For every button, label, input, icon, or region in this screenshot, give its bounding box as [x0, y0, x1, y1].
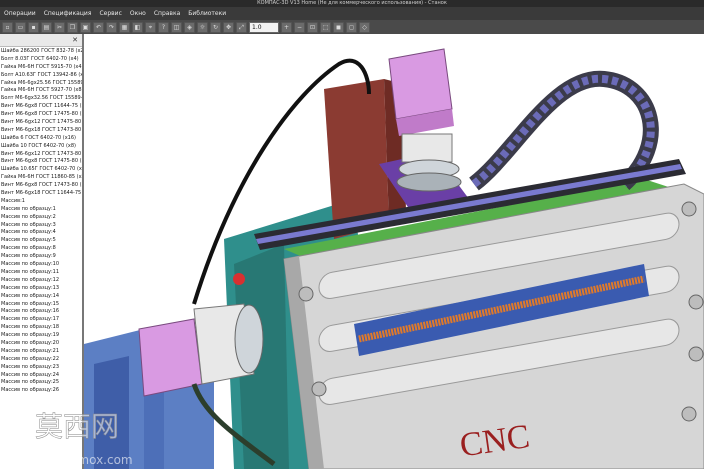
tree-item[interactable]: Гайка М6-6Н ГОСТ 5915-70 (x4) — [0, 64, 82, 72]
tree-header: ✕ — [0, 34, 82, 47]
tree-item[interactable]: Болт A10.63Г ГОСТ 13942-86 (x4) — [0, 72, 82, 80]
menu-bar: Операции Спецификация Сервис Окно Справк… — [0, 7, 704, 20]
zoom-fit-icon[interactable]: ⤢ — [236, 21, 247, 33]
measure-icon[interactable]: ⌖ — [145, 21, 156, 33]
perspective-icon[interactable]: ◇ — [359, 21, 370, 33]
tree-item[interactable]: Гайка М6-6Н ГОСТ 5927-70 (x8) — [0, 87, 82, 95]
window-title: КОМПАС-3D V13 Home (Не для коммерческого… — [0, 0, 704, 7]
tree-item[interactable]: Болт 8.03Г ГОСТ 6402-70 (x4) — [0, 56, 82, 64]
tree-item[interactable]: Массив по образцу:3 — [0, 222, 82, 230]
tree-item[interactable]: Массив по образцу:17 — [0, 316, 82, 324]
tree-item[interactable]: Массив по образцу:15 — [0, 301, 82, 309]
tree-item[interactable]: Винт М6-6gx12 ГОСТ 17475-80 (x8) — [0, 119, 82, 127]
tree-item[interactable]: Шайба 286200 ГОСТ 832-78 (x2) — [0, 48, 82, 56]
cable-chain-arc — [468, 70, 659, 191]
copy-icon[interactable]: ❐ — [67, 21, 78, 33]
orientation-icon[interactable]: ⬚ — [320, 21, 331, 33]
tree-item[interactable]: Массив по образцу:14 — [0, 293, 82, 301]
motor-top — [388, 48, 453, 120]
tree-item[interactable]: Массив по образцу:9 — [0, 253, 82, 261]
tree-item[interactable]: Массив по образцу:1 — [0, 206, 82, 214]
shaded-icon[interactable]: ◼ — [333, 21, 344, 33]
render-icon[interactable]: ◈ — [184, 21, 195, 33]
menu-help[interactable]: Справка — [150, 10, 184, 17]
menu-service[interactable]: Сервис — [95, 10, 125, 17]
view-icon[interactable]: ◫ — [171, 21, 182, 33]
lights-icon[interactable]: ☼ — [197, 21, 208, 33]
pan-icon[interactable]: ✥ — [223, 21, 234, 33]
menu-operations[interactable]: Операции — [0, 10, 40, 17]
zoom-window-icon[interactable]: ⊡ — [307, 21, 318, 33]
3d-viewport[interactable]: CNC — [84, 34, 704, 469]
tree-item[interactable]: Гайка М6-6gx25.56 ГОСТ 15589-70 (x2) — [0, 80, 82, 88]
open-icon[interactable]: ▭ — [15, 21, 26, 33]
tree-item[interactable]: Массив по образцу:5 — [0, 237, 82, 245]
tree-item[interactable]: Массив по образцу:20 — [0, 340, 82, 348]
new-icon[interactable]: ▫ — [2, 21, 13, 33]
tree-item[interactable]: Винт М6-6gx8 ГОСТ 17473-80 (x4) — [0, 182, 82, 190]
tree-item[interactable]: Массив по образцу:25 — [0, 379, 82, 387]
tree-item[interactable]: Массив по образцу:10 — [0, 261, 82, 269]
rotate-icon[interactable]: ↻ — [210, 21, 221, 33]
menu-specification[interactable]: Спецификация — [40, 10, 96, 17]
tree-item[interactable]: Массив по образцу:24 — [0, 372, 82, 380]
tree-item[interactable]: Болт М6-6gx32.56 ГОСТ 15589-70 (x2) — [0, 95, 82, 103]
tree-item[interactable]: Винт М6-6gx8 ГОСТ 17475-80 (x3) — [0, 158, 82, 166]
tree-item[interactable]: Винт М6-6gx8 ГОСТ 11644-75 (x16) — [0, 103, 82, 111]
tree-item[interactable]: Гайка М6-6Н ГОСТ 11860-85 (x2) — [0, 174, 82, 182]
tree-item[interactable]: Массив по образцу:26 — [0, 387, 82, 395]
save-icon[interactable]: ▪ — [28, 21, 39, 33]
tree-item[interactable]: Винт М6-6gx18 ГОСТ 17473-80 (x8) — [0, 127, 82, 135]
model-tree: Шайба 286200 ГОСТ 832-78 (x2) Болт 8.03Г … — [0, 47, 82, 395]
tree-item[interactable]: Массив по образцу:21 — [0, 348, 82, 356]
tree-item[interactable]: Массив:1 — [0, 198, 82, 206]
tree-item[interactable]: Массив по образцу:23 — [0, 364, 82, 372]
undo-icon[interactable]: ↶ — [93, 21, 104, 33]
tree-item[interactable]: Массив по образцу:8 — [0, 245, 82, 253]
cut-icon[interactable]: ✂ — [54, 21, 65, 33]
wireframe-icon[interactable]: ◻ — [346, 21, 357, 33]
tree-item[interactable]: Винт М6-6gx8 ГОСТ 17475-80 (x12) — [0, 111, 82, 119]
tree-item[interactable]: Массив по образцу:12 — [0, 277, 82, 285]
toolbar: ▫ ▭ ▪ ▤ ✂ ❐ ▣ ↶ ↷ ▦ ◧ ⌖ ? ◫ ◈ ☼ ↻ ✥ ⤢ 1.… — [0, 20, 704, 34]
print-icon[interactable]: ▤ — [41, 21, 52, 33]
cnc-model-render: CNC — [84, 48, 704, 469]
properties-icon[interactable]: ▦ — [119, 21, 130, 33]
library-icon[interactable]: ◧ — [132, 21, 143, 33]
tree-item[interactable]: Шайба 10.65Г ГОСТ 6402-70 (x8) — [0, 166, 82, 174]
tree-item[interactable]: Массив по образцу:18 — [0, 324, 82, 332]
paste-icon[interactable]: ▣ — [80, 21, 91, 33]
tree-item[interactable]: Массив по образцу:11 — [0, 269, 82, 277]
help-icon[interactable]: ? — [158, 21, 169, 33]
tree-item[interactable]: Шайба 6 ГОСТ 6402-70 (x16) — [0, 135, 82, 143]
tree-item[interactable]: Массив по образцу:16 — [0, 308, 82, 316]
redo-icon[interactable]: ↷ — [106, 21, 117, 33]
tree-item[interactable]: Винт М6-6gx12 ГОСТ 17473-80 (x8) — [0, 151, 82, 159]
tree-item[interactable]: Массив по образцу:4 — [0, 229, 82, 237]
tree-item[interactable]: Шайба 10 ГОСТ 6402-70 (x8) — [0, 143, 82, 151]
tree-item[interactable]: Винт М6-6gx18 ГОСТ 11644-75 (x4) — [0, 190, 82, 198]
menu-libraries[interactable]: Библиотеки — [184, 10, 230, 17]
tree-item[interactable]: Массив по образцу:22 — [0, 356, 82, 364]
zoom-out-icon[interactable]: − — [294, 21, 305, 33]
zoom-field[interactable]: 1.0 — [249, 21, 279, 33]
tree-item[interactable]: Массив по образцу:19 — [0, 332, 82, 340]
menu-window[interactable]: Окно — [126, 10, 150, 17]
motor-bottom — [138, 318, 203, 397]
close-icon[interactable]: ✕ — [71, 36, 79, 44]
zoom-in-icon[interactable]: + — [281, 21, 292, 33]
tree-item[interactable]: Массив по образцу:2 — [0, 214, 82, 222]
tree-item[interactable]: Массив по образцу:13 — [0, 285, 82, 293]
model-tree-panel: ✕ Шайба 286200 ГОСТ 832-78 (x2) Болт 8.03… — [0, 34, 84, 469]
